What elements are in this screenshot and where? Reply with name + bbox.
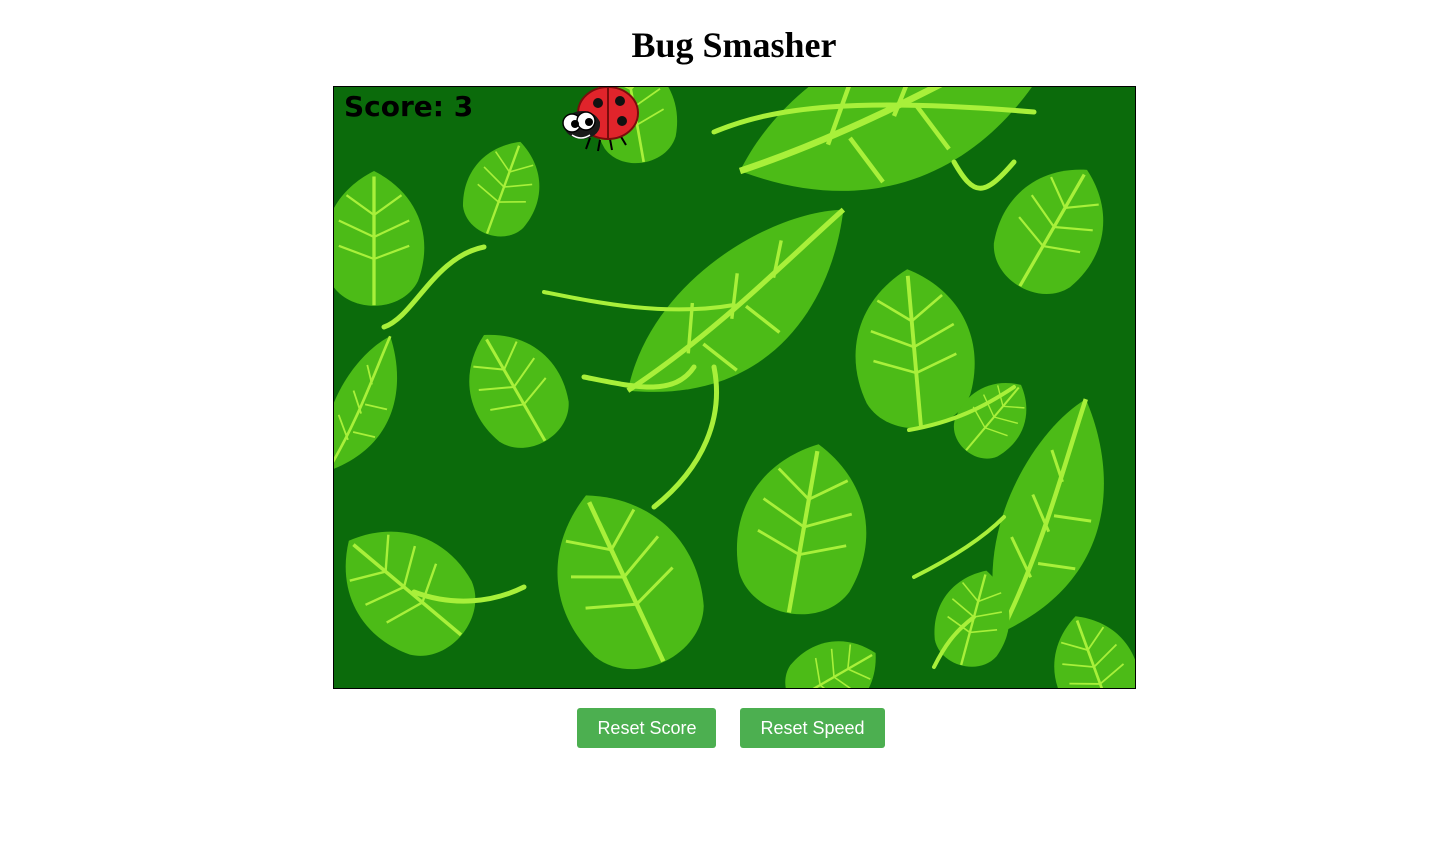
page-title: Bug Smasher <box>631 25 837 65</box>
score-display: Score: 3 <box>344 90 474 123</box>
game-canvas[interactable]: Score: 3 <box>333 86 1136 689</box>
reset-score-button[interactable]: Reset Score <box>577 708 717 748</box>
control-buttons: Reset Score Reset Speed <box>0 708 1456 748</box>
leaf-background <box>334 87 1135 688</box>
reset-speed-button[interactable]: Reset Speed <box>740 708 885 748</box>
ladybug-icon[interactable] <box>550 86 640 153</box>
